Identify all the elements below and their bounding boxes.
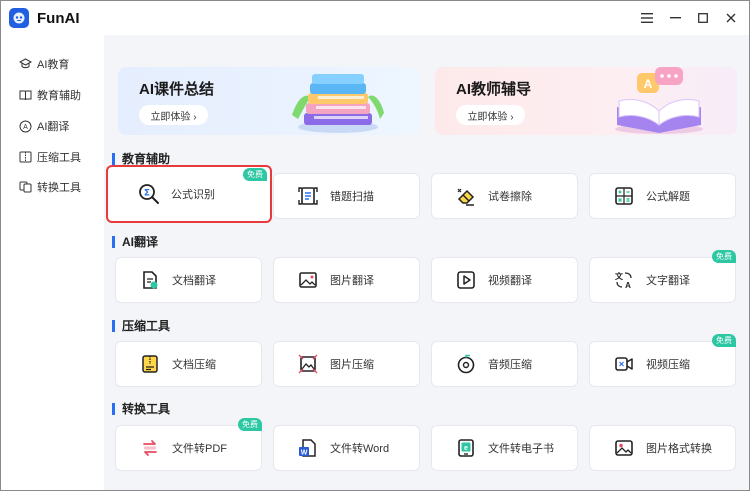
card-label: 文档压缩 bbox=[172, 359, 216, 371]
sidebar-item-ai-education[interactable]: AI教育 bbox=[19, 55, 69, 73]
translate-icon: A bbox=[19, 120, 32, 132]
card-formula-solve[interactable]: 公式解题 bbox=[589, 173, 736, 219]
card-image-translate[interactable]: 图片翻译 bbox=[273, 257, 420, 303]
card-label: 图片格式转换 bbox=[646, 443, 712, 455]
card-label: 公式识别 bbox=[171, 189, 215, 201]
sidebar-item-label: AI翻译 bbox=[37, 121, 70, 133]
card-label: 公式解题 bbox=[646, 191, 690, 203]
section-title-education-assist: 教育辅助 bbox=[112, 153, 170, 165]
card-label: 试卷擦除 bbox=[488, 191, 532, 203]
sidebar-item-compress-tools[interactable]: 压缩工具 bbox=[19, 148, 81, 166]
svg-text:文: 文 bbox=[615, 271, 624, 281]
book-stack-illustration-icon bbox=[292, 74, 384, 133]
close-icon[interactable] bbox=[717, 4, 745, 32]
card-label: 文字翻译 bbox=[646, 275, 690, 287]
image-translate-icon bbox=[296, 268, 320, 292]
app-title: FunAI bbox=[37, 9, 80, 27]
video-compress-icon bbox=[612, 352, 636, 376]
try-now-button[interactable]: 立即体验 › bbox=[456, 105, 525, 125]
card-label: 视频翻译 bbox=[488, 275, 532, 287]
compress-icon bbox=[19, 151, 32, 163]
card-image-format-convert[interactable]: 图片格式转换 bbox=[589, 425, 736, 471]
card-video-translate[interactable]: 视频翻译 bbox=[431, 257, 578, 303]
card-label: 图片压缩 bbox=[330, 359, 374, 371]
card-label: 文件转Word bbox=[330, 443, 390, 455]
title-bar: FunAI bbox=[1, 1, 749, 35]
card-document-compress[interactable]: 文档压缩 bbox=[115, 341, 262, 387]
card-label: 音频压缩 bbox=[488, 359, 532, 371]
formula-search-icon: Σ bbox=[137, 182, 161, 206]
menu-icon[interactable] bbox=[633, 4, 661, 32]
svg-text:e: e bbox=[464, 445, 468, 452]
text-translate-icon: 文A bbox=[612, 268, 636, 292]
card-document-translate[interactable]: 文档翻译 bbox=[115, 257, 262, 303]
sidebar-item-label: 转换工具 bbox=[37, 182, 81, 194]
card-label: 文档翻译 bbox=[172, 275, 216, 287]
free-badge: 免费 bbox=[712, 334, 736, 347]
maximize-icon[interactable] bbox=[689, 4, 717, 32]
svg-text:Σ: Σ bbox=[144, 189, 150, 199]
free-badge: 免费 bbox=[712, 250, 736, 263]
card-wrong-question-scan[interactable]: 错题扫描 bbox=[273, 173, 420, 219]
card-video-compress[interactable]: 视频压缩 免费 bbox=[589, 334, 736, 387]
open-book-chat-illustration-icon: A bbox=[615, 67, 703, 134]
svg-text:A: A bbox=[644, 77, 653, 91]
card-label: 图片翻译 bbox=[330, 275, 374, 287]
banner-title: AI教师辅导 bbox=[456, 81, 532, 98]
app-logo-icon bbox=[9, 8, 29, 28]
card-paper-erase[interactable]: 试卷擦除 bbox=[431, 173, 578, 219]
banner-ai-teacher-tutor[interactable]: AI教师辅导 立即体验 › A bbox=[435, 67, 737, 135]
sidebar-item-ai-translate[interactable]: A AI翻译 bbox=[19, 117, 69, 135]
card-formula-recognition[interactable]: Σ 公式识别 免费 bbox=[106, 165, 272, 223]
image-format-icon bbox=[612, 436, 636, 460]
card-label: 视频压缩 bbox=[646, 359, 690, 371]
video-play-icon bbox=[454, 268, 478, 292]
banner-title: AI课件总结 bbox=[139, 81, 215, 98]
pdf-convert-icon bbox=[138, 436, 162, 460]
section-title-compress-tools: 压缩工具 bbox=[112, 320, 170, 332]
eraser-icon bbox=[454, 184, 478, 208]
card-file-to-word[interactable]: W 文件转Word bbox=[273, 425, 420, 471]
card-audio-compress[interactable]: 音频压缩 bbox=[431, 341, 578, 387]
svg-text:A: A bbox=[625, 281, 631, 290]
card-label: 错题扫描 bbox=[330, 191, 374, 203]
svg-text:W: W bbox=[301, 450, 308, 457]
graduation-cap-icon bbox=[19, 58, 32, 69]
section-title-ai-translate: AI翻译 bbox=[112, 236, 158, 248]
sidebar-item-education-assist[interactable]: 教育辅助 bbox=[19, 86, 81, 104]
card-label: 文件转PDF bbox=[172, 443, 227, 455]
ebook-icon: e bbox=[454, 436, 478, 460]
doc-compress-icon bbox=[138, 352, 162, 376]
card-text-translate[interactable]: 文A 文字翻译 免费 bbox=[589, 250, 736, 303]
sidebar-item-convert-tools[interactable]: 转换工具 bbox=[19, 178, 81, 196]
card-label: 文件转电子书 bbox=[488, 443, 554, 455]
sidebar-item-label: AI教育 bbox=[37, 59, 70, 71]
sidebar-item-label: 压缩工具 bbox=[37, 152, 81, 164]
free-badge: 免费 bbox=[243, 168, 267, 181]
audio-compress-icon bbox=[454, 352, 478, 376]
card-image-compress[interactable]: 图片压缩 bbox=[273, 341, 420, 387]
book-icon bbox=[19, 90, 32, 101]
calculator-icon bbox=[612, 184, 636, 208]
app-window: FunAI AI教育 教育辅助 A AI翻译 压缩工具 转换工具 AI课件总结 … bbox=[0, 0, 750, 491]
convert-icon bbox=[19, 181, 32, 193]
svg-text:A: A bbox=[23, 124, 28, 131]
word-icon: W bbox=[296, 436, 320, 460]
banner-ai-courseware-summary[interactable]: AI课件总结 立即体验 › bbox=[118, 67, 420, 135]
try-now-button[interactable]: 立即体验 › bbox=[139, 105, 208, 125]
main-content: AI课件总结 立即体验 › AI教师辅导 立即体验 › A 教育辅助 Σ 公式识… bbox=[104, 35, 749, 490]
card-file-to-ebook[interactable]: e 文件转电子书 bbox=[431, 425, 578, 471]
scan-icon bbox=[296, 184, 320, 208]
sidebar: AI教育 教育辅助 A AI翻译 压缩工具 转换工具 bbox=[1, 35, 103, 490]
sidebar-item-label: 教育辅助 bbox=[37, 90, 81, 102]
card-file-to-pdf[interactable]: 文件转PDF 免费 bbox=[115, 418, 262, 471]
free-badge: 免费 bbox=[238, 418, 262, 431]
image-compress-icon bbox=[296, 352, 320, 376]
section-title-convert-tools: 转换工具 bbox=[112, 403, 170, 415]
minimize-icon[interactable] bbox=[661, 4, 689, 32]
doc-translate-icon bbox=[138, 268, 162, 292]
